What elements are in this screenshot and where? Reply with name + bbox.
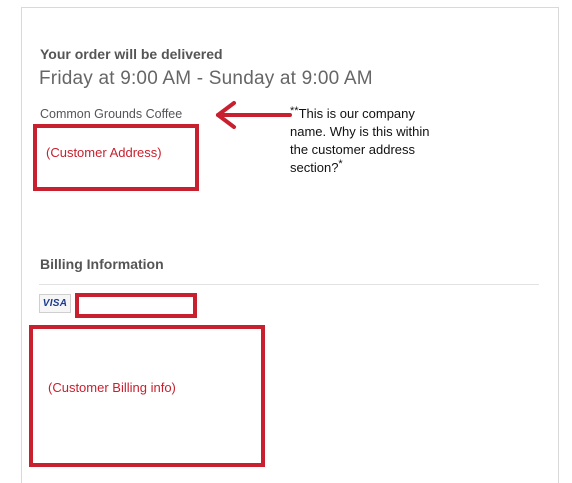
customer-billing-redaction — [29, 325, 265, 467]
arrow-left-icon — [216, 101, 292, 129]
customer-address-placeholder: (Customer Address) — [46, 145, 162, 160]
company-name: Common Grounds Coffee — [40, 107, 183, 121]
card-number-redaction — [75, 293, 197, 318]
annotation-text: This is our company name. Why is this wi… — [290, 106, 430, 175]
customer-billing-placeholder: (Customer Billing info) — [48, 380, 176, 395]
annotation-tail-mark: * — [338, 158, 343, 170]
delivery-window: Friday at 9:00 AM - Sunday at 9:00 AM — [39, 68, 373, 89]
visa-card-icon: VISA — [39, 294, 71, 313]
annotation-lead-mark: ** — [290, 105, 299, 117]
delivery-label: Your order will be delivered — [40, 46, 223, 62]
annotation-note: **This is our company name. Why is this … — [290, 105, 440, 177]
billing-divider — [39, 284, 539, 285]
order-summary-page: Your order will be delivered Friday at 9… — [0, 0, 572, 483]
billing-title: Billing Information — [40, 256, 164, 272]
